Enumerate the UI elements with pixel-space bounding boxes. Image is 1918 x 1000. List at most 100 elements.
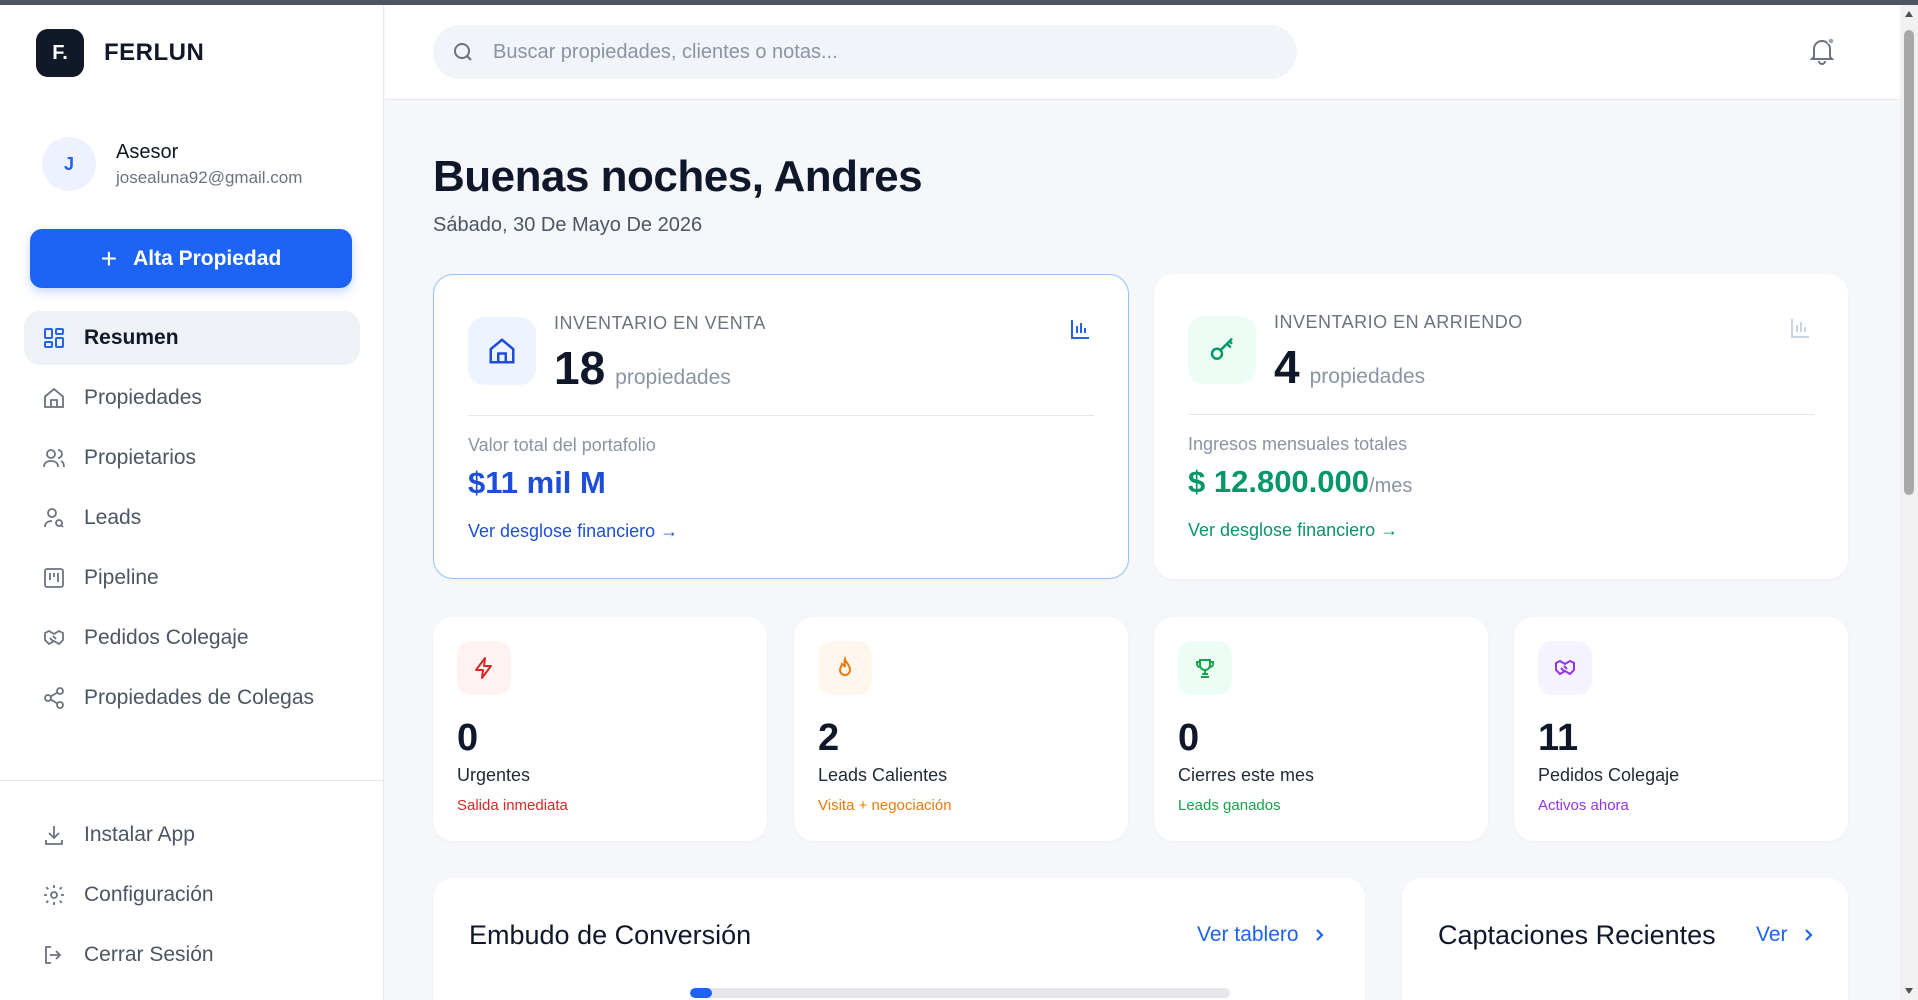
home-icon bbox=[44, 387, 64, 408]
bell-icon[interactable] bbox=[1806, 35, 1838, 67]
inventory-rent-card[interactable]: INVENTARIO EN ARRIENDO 4 propiedades Ing… bbox=[1154, 274, 1848, 579]
funnel-progress-bar bbox=[690, 988, 1230, 998]
page-title: Buenas noches, Andres bbox=[433, 152, 923, 201]
stat-sub-label: Leads ganados bbox=[1178, 797, 1281, 814]
funnel-card: Embudo de Conversión Ver tablero bbox=[433, 878, 1365, 1000]
card-divider bbox=[1188, 414, 1814, 415]
sidebar-item-label: Leads bbox=[84, 506, 142, 529]
avatar: J bbox=[42, 137, 96, 191]
sidebar-item-label: Propiedades de Colegas bbox=[84, 686, 314, 709]
inventory-value: $ 12.800.000/mes bbox=[1188, 464, 1413, 499]
sidebar-item-configuracion[interactable]: Configuración bbox=[24, 868, 360, 922]
user-email: josealuna92@gmail.com bbox=[116, 167, 303, 187]
scroll-down-arrow[interactable] bbox=[1905, 988, 1913, 994]
stat-label: Leads Calientes bbox=[818, 765, 948, 785]
brand-name: FERLUN bbox=[104, 39, 205, 66]
stat-card-urgentes[interactable]: 0 Urgentes Salida inmediata bbox=[433, 617, 767, 841]
key-icon bbox=[1188, 316, 1256, 384]
logout-icon bbox=[45, 946, 62, 964]
stat-value: 0 bbox=[457, 717, 479, 759]
stat-label: Urgentes bbox=[457, 765, 531, 785]
stat-value: 11 bbox=[1538, 717, 1579, 759]
stat-card-cierres[interactable]: 0 Cierres este mes Leads ganados bbox=[1154, 617, 1488, 841]
gear-icon bbox=[44, 885, 64, 905]
sidebar-item-propietarios[interactable]: Propietarios bbox=[24, 431, 360, 485]
inventory-value: $11 mil M bbox=[468, 465, 606, 500]
sidebar-item-label: Configuración bbox=[84, 883, 214, 906]
scrollbar-thumb[interactable] bbox=[1904, 30, 1914, 495]
recent-listings-card: Captaciones Recientes Ver bbox=[1402, 878, 1848, 1000]
funnel-progress-fill bbox=[690, 988, 712, 998]
search-bar[interactable] bbox=[433, 25, 1297, 79]
inventory-sale-card[interactable]: INVENTARIO EN VENTA 18 propiedades Valor… bbox=[433, 274, 1129, 579]
sidebar-item-label: Instalar App bbox=[84, 823, 195, 846]
user-profile[interactable]: J Asesor josealuna92@gmail.com bbox=[42, 137, 302, 191]
sidebar-item-label: Cerrar Sesión bbox=[84, 943, 214, 966]
sidebar-item-pipeline[interactable]: Pipeline bbox=[24, 551, 360, 605]
inventory-label: INVENTARIO EN ARRIENDO bbox=[1274, 312, 1523, 332]
stat-label: Pedidos Colegaje bbox=[1538, 765, 1680, 785]
stat-label: Cierres este mes bbox=[1178, 765, 1315, 785]
stat-sub-label: Salida inmediata bbox=[457, 797, 568, 814]
download-icon bbox=[45, 826, 63, 845]
handshake-icon bbox=[44, 629, 64, 646]
sidebar-item-label: Propiedades bbox=[84, 386, 202, 409]
inventory-count: 18 bbox=[554, 342, 606, 394]
stat-value: 0 bbox=[1178, 717, 1200, 759]
window-top-border bbox=[0, 0, 1918, 5]
users-icon bbox=[43, 449, 65, 468]
sidebar-item-label: Pipeline bbox=[84, 566, 159, 589]
sidebar-divider bbox=[0, 780, 384, 781]
sidebar-item-pedidos-colegaje[interactable]: Pedidos Colegaje bbox=[24, 611, 360, 665]
trophy-icon bbox=[1178, 641, 1232, 695]
scrollbar[interactable] bbox=[1900, 5, 1918, 1000]
sidebar-item-propiedades[interactable]: Propiedades bbox=[24, 371, 360, 425]
chevron-right-icon bbox=[1315, 929, 1324, 941]
alta-propiedad-label: Alta Propiedad bbox=[133, 246, 282, 270]
inventory-sub-label: Ingresos mensuales totales bbox=[1188, 434, 1408, 454]
sidebar-item-propiedades-colegas[interactable]: Propiedades de Colegas bbox=[24, 671, 360, 725]
scroll-up-arrow[interactable] bbox=[1905, 11, 1913, 17]
sidebar-item-label: Resumen bbox=[84, 326, 179, 349]
recent-listings-title: Captaciones Recientes bbox=[1438, 920, 1716, 950]
inventory-count: 4 bbox=[1274, 341, 1300, 393]
share-icon bbox=[44, 687, 64, 709]
value-suffix: /mes bbox=[1369, 475, 1413, 497]
inventory-sub-label: Valor total del portafolio bbox=[468, 435, 656, 455]
sidebar-item-resumen[interactable]: Resumen bbox=[24, 311, 360, 365]
stat-sub-label: Visita + negociación bbox=[818, 797, 952, 814]
flame-icon bbox=[818, 641, 872, 695]
ver-desglose-link[interactable]: Ver desglose financiero → bbox=[468, 521, 678, 542]
sidebar-item-cerrar-sesion[interactable]: Cerrar Sesión bbox=[24, 928, 360, 982]
inventory-unit: propiedades bbox=[615, 366, 731, 389]
ver-captaciones-link[interactable]: Ver bbox=[1756, 923, 1818, 947]
chevron-right-icon bbox=[1804, 929, 1813, 941]
sidebar: F. FERLUN J Asesor josealuna92@gmail.com… bbox=[0, 5, 384, 1000]
ver-tablero-link[interactable]: Ver tablero bbox=[1197, 923, 1329, 947]
stat-value: 2 bbox=[818, 717, 840, 759]
sidebar-item-instalar-app[interactable]: Instalar App bbox=[24, 808, 360, 862]
user-role: Asesor bbox=[116, 140, 179, 163]
stat-card-pedidos-colegaje[interactable]: 11 Pedidos Colegaje Activos ahora bbox=[1514, 617, 1848, 841]
current-date: Sábado, 30 De Mayo De 2026 bbox=[433, 214, 703, 236]
bar-chart-icon[interactable] bbox=[1788, 316, 1812, 340]
grid-icon bbox=[44, 328, 64, 348]
stat-card-leads-calientes[interactable]: 2 Leads Calientes Visita + negociación bbox=[794, 617, 1128, 841]
sidebar-item-leads[interactable]: Leads bbox=[24, 491, 360, 545]
search-input[interactable] bbox=[493, 40, 1273, 64]
brand-logo[interactable]: F. FERLUN bbox=[36, 29, 204, 77]
lightning-icon bbox=[457, 641, 511, 695]
search-icon bbox=[454, 43, 472, 61]
inventory-unit: propiedades bbox=[1309, 365, 1426, 388]
stat-sub-label: Activos ahora bbox=[1538, 797, 1629, 814]
sidebar-item-label: Pedidos Colegaje bbox=[84, 626, 249, 649]
home-icon bbox=[468, 317, 536, 385]
sidebar-item-label: Propietarios bbox=[84, 446, 197, 469]
alta-propiedad-button[interactable]: + Alta Propiedad bbox=[30, 229, 352, 288]
ver-desglose-link[interactable]: Ver desglose financiero → bbox=[1188, 520, 1398, 541]
kanban-icon bbox=[44, 568, 64, 588]
secondary-nav: Instalar App Configuración Cerrar Sesión bbox=[24, 808, 360, 988]
logo-mark: F. bbox=[36, 29, 84, 77]
main-nav: Resumen Propiedades Propietarios Leads P… bbox=[24, 311, 360, 731]
bar-chart-icon[interactable] bbox=[1068, 317, 1092, 341]
